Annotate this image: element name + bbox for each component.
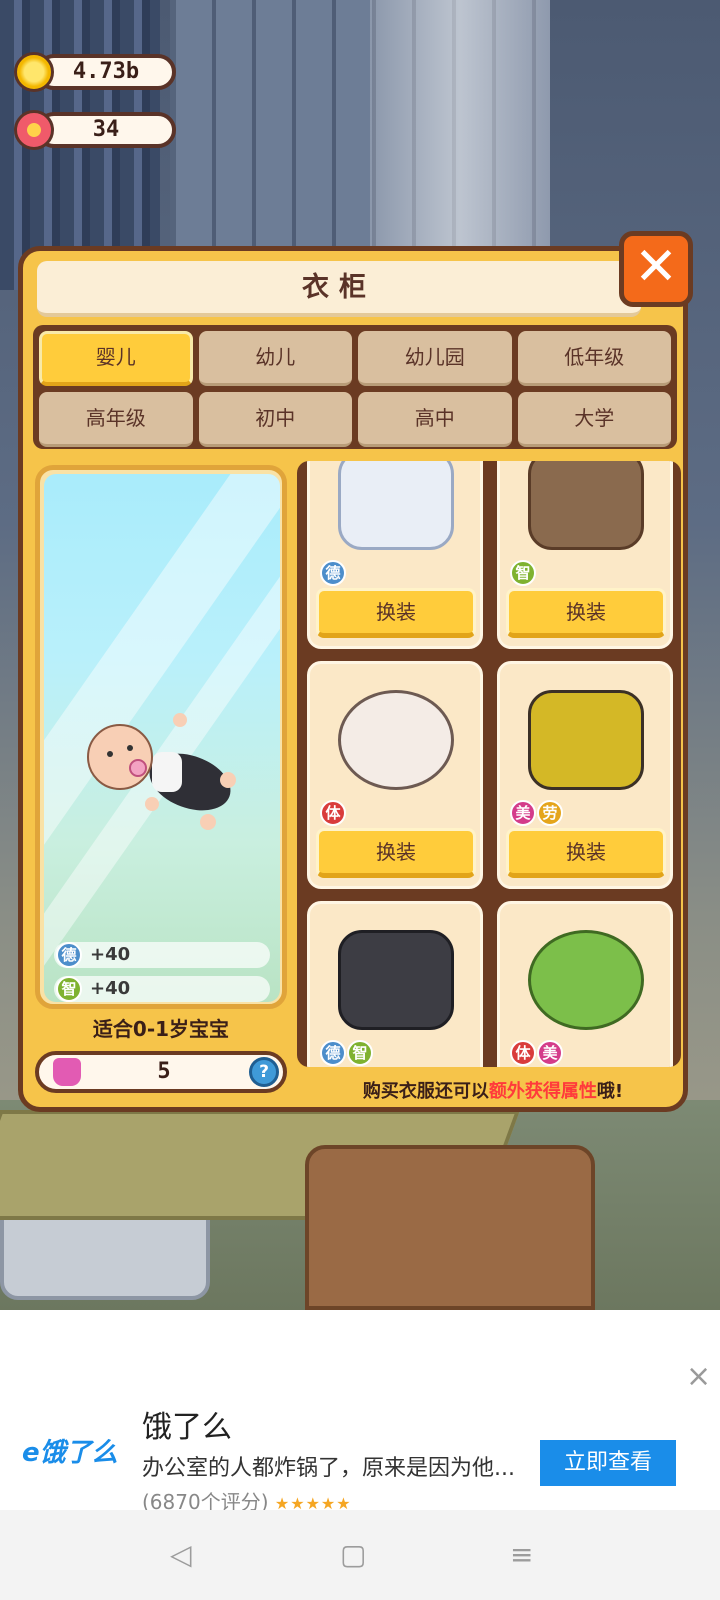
shopping-bag-icon (53, 1058, 81, 1086)
system-nav-bar: ◁ ▢ ≡ (0, 1510, 720, 1600)
mei-icon: 美 (537, 1040, 563, 1066)
coin-value: 4.73b (36, 54, 176, 90)
bib-icon (528, 461, 644, 550)
ti-icon: 体 (320, 800, 346, 826)
ad-banner[interactable]: × e饿了么 饿了么 办公室的人都炸锅了，原来是因为他... (6870个评分)… (0, 1310, 720, 1514)
home-icon[interactable]: ▢ (340, 1538, 366, 1571)
clothing-grid[interactable]: 德 换装 智 换装 体 换装 美劳 换装 德 智 体 美 (297, 461, 681, 1067)
de-icon: 德 (320, 1040, 346, 1066)
tab-kindergarten[interactable]: 幼儿园 (358, 331, 512, 386)
dinosaur-costume-icon (528, 930, 644, 1030)
zhi-icon: 智 (56, 976, 82, 1002)
baby-avatar (80, 712, 250, 846)
box (305, 1145, 595, 1310)
tab-toddler[interactable]: 幼儿 (198, 331, 352, 386)
clothing-item[interactable]: 体美 (497, 901, 673, 1067)
change-outfit-button[interactable]: 换装 (316, 588, 476, 638)
age-label: 适合0-1岁宝宝 (92, 1017, 230, 1041)
coin-counter[interactable]: 4.73b (14, 52, 176, 92)
clothing-item[interactable]: 智 换装 (497, 461, 673, 649)
shop-count: 5 (157, 1059, 171, 1084)
tab-upper-grade[interactable]: 高年级 (39, 392, 193, 447)
age-tabs: 婴儿 幼儿 幼儿园 低年级 高年级 初中 高中 大学 (33, 325, 677, 449)
hint-highlight: 额外获得属性 (488, 1081, 597, 1102)
ad-description: 办公室的人都炸锅了，原来是因为他... (142, 1456, 515, 1481)
wardrobe-panel: 衣柜 ✕ 婴儿 幼儿 幼儿园 低年级 高年级 初中 高中 大学 德 +40 智 … (18, 231, 693, 1112)
tab-lower-grade[interactable]: 低年级 (517, 331, 671, 386)
flower-counter[interactable]: 34 (14, 110, 176, 150)
attribute-value: +40 (90, 944, 131, 965)
hint-text: 购买衣服还可以 (362, 1081, 489, 1102)
help-button[interactable]: ? (249, 1057, 279, 1087)
zhi-icon: 智 (510, 560, 536, 586)
close-icon: ✕ (634, 237, 678, 297)
preview-attribute: 智 +40 (54, 976, 270, 1002)
flower-value: 34 (36, 112, 176, 148)
flower-icon (14, 110, 54, 150)
mirror-preview: 德 +40 智 +40 (35, 465, 287, 1009)
change-outfit-button[interactable]: 换装 (316, 828, 476, 878)
shop-counter[interactable]: 5 ? (35, 1051, 287, 1093)
tab-infant[interactable]: 婴儿 (39, 331, 193, 386)
attribute-value: +40 (90, 978, 131, 999)
clothing-item[interactable]: 德智 (307, 901, 483, 1067)
clothing-item[interactable]: 体 换装 (307, 661, 483, 889)
de-icon: 德 (56, 942, 82, 968)
mirror: 德 +40 智 +40 (44, 474, 280, 1002)
zhi-icon: 智 (347, 1040, 373, 1066)
tab-high-school[interactable]: 高中 (358, 392, 512, 447)
yellow-shirt-icon (528, 690, 644, 790)
lao-icon: 劳 (537, 800, 563, 826)
menu-icon[interactable]: ≡ (510, 1538, 533, 1571)
suit-icon (338, 930, 454, 1030)
coin-icon (14, 52, 54, 92)
sheer-curtain (370, 0, 550, 250)
diaper-icon (338, 461, 454, 550)
preview-attribute: 德 +40 (54, 942, 270, 968)
hint-suffix: 哦! (596, 1081, 624, 1102)
change-outfit-button[interactable]: 换装 (506, 828, 666, 878)
ti-icon: 体 (510, 1040, 536, 1066)
purchase-hint: 购买衣服还可以额外获得属性哦! (313, 1077, 673, 1103)
close-button[interactable]: ✕ (619, 231, 693, 307)
ad-cta-button[interactable]: 立即查看 (540, 1440, 676, 1486)
change-outfit-button[interactable]: 换装 (506, 588, 666, 638)
panel-title: 衣柜 (37, 261, 641, 317)
frilly-bib-icon (338, 690, 454, 790)
de-icon: 德 (320, 560, 346, 586)
clothing-item[interactable]: 德 换装 (307, 461, 483, 649)
ad-logo: e饿了么 (22, 1438, 118, 1468)
tab-university[interactable]: 大学 (517, 392, 671, 447)
ad-title: 饿了么 (142, 1410, 232, 1445)
tab-middle-school[interactable]: 初中 (198, 392, 352, 447)
mei-icon: 美 (510, 800, 536, 826)
back-icon[interactable]: ◁ (170, 1538, 192, 1571)
ad-close-icon[interactable]: × (686, 1362, 711, 1392)
clothing-item[interactable]: 美劳 换装 (497, 661, 673, 889)
